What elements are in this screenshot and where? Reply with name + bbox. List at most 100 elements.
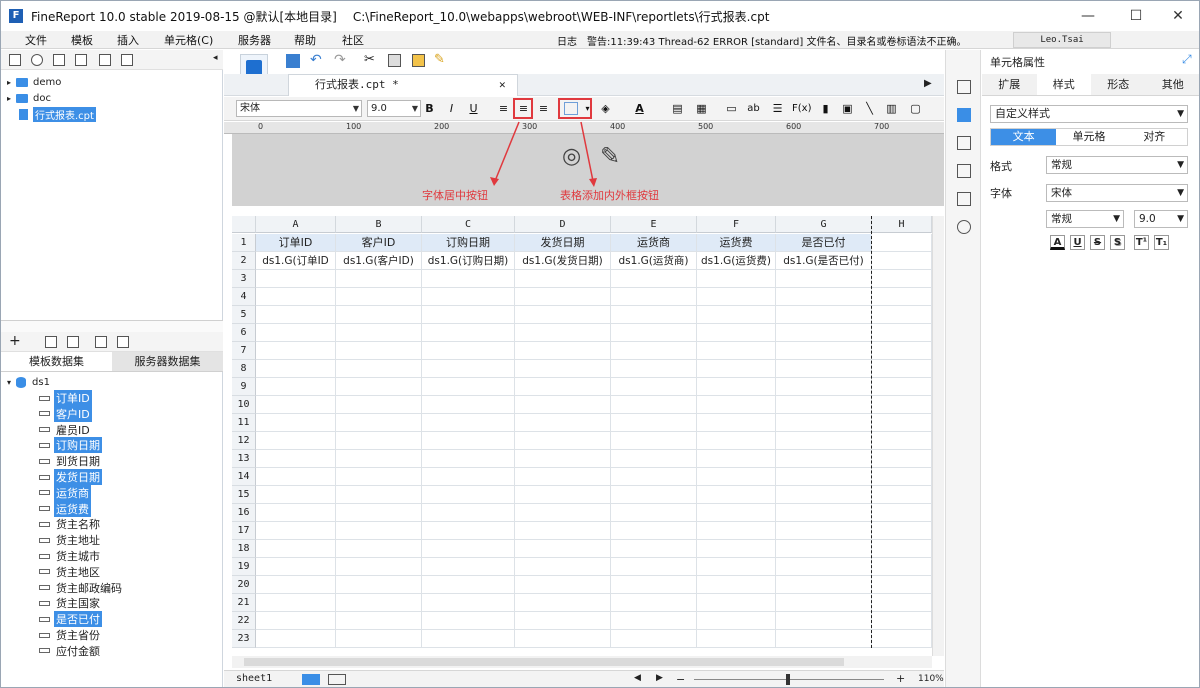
grid-cell[interactable] [336, 504, 422, 522]
grid-cell[interactable]: ds1.G(是否已付) [776, 252, 872, 270]
grid-cell[interactable] [776, 324, 872, 342]
dataset-node-ds1[interactable]: ▾ ds1 [7, 374, 50, 390]
scroll-left-icon[interactable]: ◀ [634, 673, 641, 683]
grid-cell[interactable] [611, 324, 697, 342]
grid-cell[interactable] [422, 522, 515, 540]
copy-icon[interactable] [121, 54, 133, 66]
grid-cell[interactable] [515, 360, 611, 378]
grid-cell[interactable] [611, 612, 697, 630]
open-icon[interactable] [53, 54, 65, 66]
grid-cell[interactable] [336, 540, 422, 558]
grid-cell[interactable] [515, 378, 611, 396]
menu-server[interactable]: 服务器 [238, 32, 271, 48]
delete-dataset-icon[interactable] [67, 336, 79, 348]
grid-cell[interactable] [515, 414, 611, 432]
grid-cell[interactable] [611, 504, 697, 522]
grid-cell[interactable] [336, 612, 422, 630]
row-header[interactable]: 18 [232, 540, 256, 558]
grid-cell[interactable] [872, 522, 932, 540]
user-button[interactable]: Leo.Tsai [1013, 32, 1111, 48]
grid-cell[interactable] [256, 612, 336, 630]
grid-cell[interactable] [872, 342, 932, 360]
scrollbar-thumb[interactable] [244, 658, 844, 666]
cell-attr-icon[interactable] [957, 80, 971, 94]
tab-form[interactable]: 形态 [1091, 74, 1146, 95]
undo-icon[interactable]: ↶ [310, 52, 322, 68]
grid-cell[interactable] [776, 612, 872, 630]
grid-cell[interactable] [422, 306, 515, 324]
field-item[interactable]: 货主地区 [39, 564, 102, 580]
grid-cell[interactable] [422, 594, 515, 612]
grid-cell[interactable] [776, 396, 872, 414]
row-header[interactable]: 13 [232, 450, 256, 468]
grid-cell[interactable] [336, 306, 422, 324]
grid-cell[interactable] [422, 360, 515, 378]
grid-cell[interactable] [256, 306, 336, 324]
grid-cell[interactable] [697, 630, 776, 648]
grid-cell[interactable] [872, 360, 932, 378]
collapse-icon[interactable]: ▾ [7, 378, 11, 387]
grid-cell[interactable] [422, 504, 515, 522]
menu-help[interactable]: 帮助 [294, 32, 316, 48]
row-header[interactable]: 2 [232, 252, 256, 270]
collapse-left-icon[interactable]: ◂ [213, 53, 218, 63]
row-header[interactable]: 21 [232, 594, 256, 612]
grid-cell[interactable] [776, 468, 872, 486]
spreadsheet-grid[interactable]: A B C D E F G H 1 订单ID 客户ID 订购日期 发货日期 运货商 运货费 是否已付 2 ds1.… [232, 216, 932, 656]
field-item[interactable]: 订购日期 [39, 437, 102, 454]
grid-cell[interactable] [336, 522, 422, 540]
add-sheet-icon[interactable] [302, 674, 320, 685]
save-icon[interactable] [286, 54, 300, 68]
field-item[interactable]: 货主邮政编码 [39, 580, 124, 596]
grid-cell[interactable] [422, 414, 515, 432]
grid-cell[interactable] [776, 450, 872, 468]
vertical-scrollbar[interactable] [932, 216, 944, 656]
grid-cell[interactable] [336, 468, 422, 486]
field-item[interactable]: 发货日期 [39, 469, 102, 485]
grid-cell[interactable] [515, 342, 611, 360]
grid-cell[interactable] [256, 468, 336, 486]
tab-expand[interactable]: 扩展 [982, 74, 1037, 95]
shadow-button[interactable]: S [1110, 235, 1125, 250]
grid-cell[interactable] [336, 270, 422, 288]
grid-cell[interactable]: ds1.G(运货费) [697, 252, 776, 270]
row-header[interactable]: 10 [232, 396, 256, 414]
grid-cell[interactable] [697, 540, 776, 558]
tree-item-demo[interactable]: ▸ demo [7, 74, 61, 90]
grid-cell[interactable] [256, 342, 336, 360]
grid-cell[interactable] [336, 558, 422, 576]
grid-cell[interactable] [256, 324, 336, 342]
row-header[interactable]: 16 [232, 504, 256, 522]
edit-dataset-icon[interactable] [45, 336, 57, 348]
grid-cell[interactable] [872, 306, 932, 324]
grid-cell[interactable] [515, 324, 611, 342]
grid-cell[interactable] [697, 360, 776, 378]
grid-cell[interactable] [697, 414, 776, 432]
field-item[interactable]: 货主国家 [39, 595, 102, 611]
tree-item-report[interactable]: 行式报表.cpt [19, 106, 96, 122]
grid-cell[interactable] [697, 486, 776, 504]
expand-icon[interactable]: ▸ [7, 94, 11, 103]
grid-cell[interactable] [515, 396, 611, 414]
row-header[interactable]: 9 [232, 378, 256, 396]
grid-cell[interactable] [872, 504, 932, 522]
grid-cell[interactable] [515, 630, 611, 648]
refresh-icon[interactable] [31, 54, 43, 66]
tab-server-dataset[interactable]: 服务器数据集 [112, 352, 223, 371]
grid-cell[interactable] [336, 630, 422, 648]
grid-cell[interactable] [611, 486, 697, 504]
grid-cell[interactable] [515, 522, 611, 540]
grid-cell[interactable] [697, 576, 776, 594]
grid-cell[interactable] [336, 450, 422, 468]
font-size-prop-select[interactable]: 9.0 ▼ [1134, 210, 1188, 228]
grid-corner[interactable] [232, 216, 256, 233]
zoom-in-icon[interactable]: + [896, 672, 905, 685]
grid-cell[interactable] [611, 360, 697, 378]
grid-cell[interactable] [422, 576, 515, 594]
grid-cell[interactable] [336, 486, 422, 504]
grid-cell[interactable] [515, 288, 611, 306]
redo-icon[interactable]: ↷ [334, 52, 346, 68]
column-header[interactable]: G [776, 216, 872, 233]
grid-cell[interactable] [611, 270, 697, 288]
row-header[interactable]: 3 [232, 270, 256, 288]
